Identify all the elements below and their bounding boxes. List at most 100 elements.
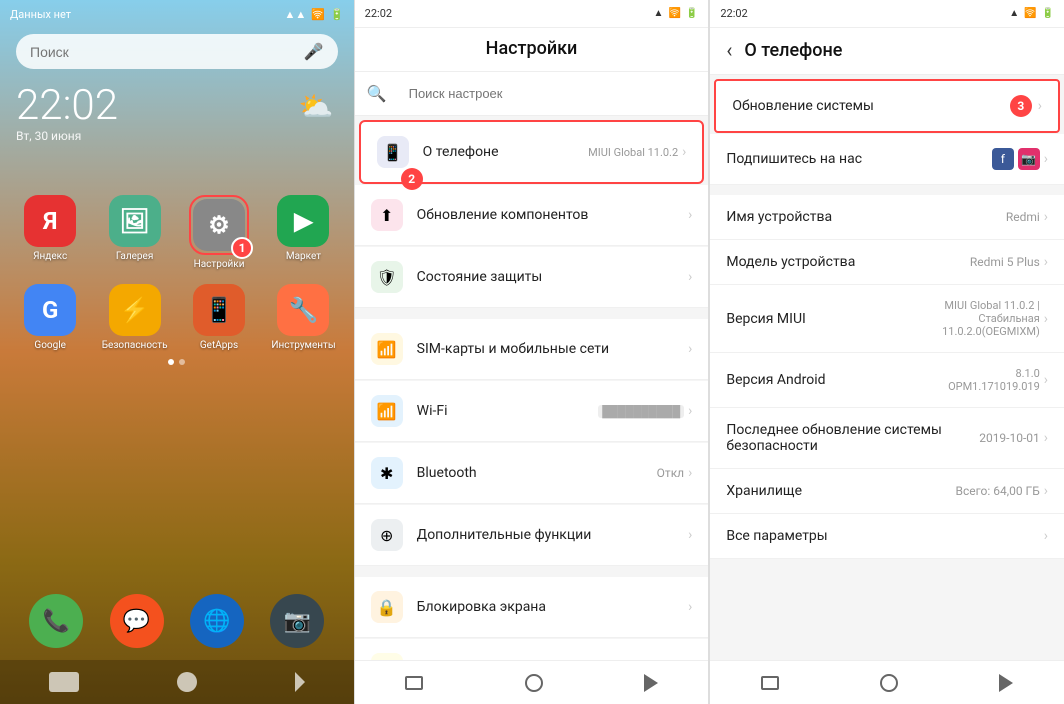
about-item-system-update[interactable]: Обновление системы 3 › (714, 79, 1060, 133)
about-item-android[interactable]: Версия Android 8.1.0OPM1.171019.019 › (710, 353, 1064, 408)
settings-item-protection[interactable]: 🛡 Состояние защиты › (355, 247, 709, 308)
step-badge-1: 1 (231, 237, 253, 259)
no-data-label: Данных нет (10, 8, 71, 21)
back-button[interactable]: ‹ (726, 38, 732, 62)
sim-chevron: › (688, 341, 692, 357)
settings-item-bluetooth[interactable]: ✱ Bluetooth Откл › (355, 443, 709, 504)
about-header: ‹ О телефоне (710, 28, 1064, 75)
lock-text: Блокировка экрана (417, 599, 674, 615)
about-signal-icon: ▲ (1009, 8, 1019, 19)
dock-messages[interactable]: 💬 (110, 594, 164, 648)
gallery-label: Галерея (116, 251, 153, 262)
yandex-icon: Я (24, 195, 76, 247)
display-icon: ☀ (371, 653, 403, 660)
instagram-icon: 📷 (1018, 148, 1040, 170)
about-item-device-model[interactable]: Модель устройства Redmi 5 Plus › (710, 240, 1064, 285)
settings-screen: 22:02 ▲ 🛜 🔋 Настройки 🔍 📱 О телефоне MIU… (354, 0, 710, 704)
bottom-dock: 📞 💬 🌐 📷 (0, 586, 354, 656)
extra-icon: ⊕ (371, 519, 403, 551)
nav-back-home[interactable] (49, 672, 79, 692)
nav-back-settings[interactable] (405, 676, 423, 690)
search-input[interactable] (30, 44, 296, 60)
components-chevron: › (688, 207, 692, 223)
nav-home-settings[interactable] (525, 674, 543, 692)
all-params-label: Все параметры (726, 528, 1043, 544)
search-bar[interactable]: 🎤 (16, 34, 338, 69)
app-gallery[interactable]: 🖼 Галерея (100, 195, 168, 270)
search-icon: 🔍 (367, 84, 387, 103)
wifi-settings-icon: 📶 (371, 395, 403, 427)
device-name-label: Имя устройства (726, 209, 1005, 225)
mic-icon[interactable]: 🎤 (304, 42, 324, 61)
nav-back-about[interactable] (761, 676, 779, 690)
getapps-label: GetApps (200, 340, 238, 351)
wifi-icon: 🛜 (311, 8, 325, 21)
about-title: О телефоне (744, 40, 842, 61)
android-label: Версия Android (726, 372, 948, 388)
storage-right: Всего: 64,00 ГБ › (955, 483, 1048, 499)
app-yandex[interactable]: Я Яндекс (16, 195, 84, 270)
system-update-chevron: › (1038, 98, 1042, 114)
settings-item-sim[interactable]: 📶 SIM-карты и мобильные сети › (355, 319, 709, 380)
about-item-last-update[interactable]: Последнее обновление системы безопасност… (710, 408, 1064, 469)
last-update-chevron: › (1044, 430, 1048, 446)
protection-title: Состояние защиты (417, 269, 674, 285)
components-text: Обновление компонентов (417, 207, 674, 223)
dock-phone[interactable]: 📞 (29, 594, 83, 648)
last-update-value: 2019-10-01 (979, 431, 1040, 445)
battery-icon: 🔋 (330, 8, 344, 21)
sim-title: SIM-карты и мобильные сети (417, 341, 674, 357)
nav-recent-settings[interactable] (644, 674, 658, 692)
app-settings[interactable]: ⚙ 1 Настройки (185, 195, 253, 270)
miui-label: Версия MIUI (726, 311, 942, 327)
nav-home-home[interactable] (177, 672, 197, 692)
settings-item-display[interactable]: ☀ Экран › (355, 639, 709, 660)
security-icon: ⚡ (109, 284, 161, 336)
dock-browser[interactable]: 🌐 (190, 594, 244, 648)
settings-wifi-icon: 🛜 (668, 8, 680, 19)
android-value: 8.1.0OPM1.171019.019 (948, 367, 1040, 393)
subscribe-chevron: › (1044, 151, 1048, 167)
about-item-all-params[interactable]: Все параметры › (710, 514, 1064, 559)
settings-item-about[interactable]: 📱 О телефоне MIUI Global 11.0.2 › 2 (359, 120, 705, 184)
components-icon: ⬆ (371, 199, 403, 231)
settings-search-bar[interactable]: 🔍 (355, 72, 709, 116)
settings-title: Настройки (355, 28, 709, 72)
about-item-subscribe[interactable]: Подпишитесь на нас f 📷 › (710, 134, 1064, 185)
device-name-value: Redmi (1006, 210, 1040, 224)
settings-item-extra[interactable]: ⊕ Дополнительные функции › (355, 505, 709, 566)
about-item-miui[interactable]: Версия MIUI MIUI Global 11.0.2 |Стабильн… (710, 285, 1064, 353)
settings-search-input[interactable] (395, 80, 697, 107)
weather-icon: ⛅ (299, 90, 334, 123)
security-label: Безопасность (102, 340, 168, 351)
settings-item-wifi[interactable]: 📶 Wi-Fi ██████████ › (355, 381, 709, 442)
app-market[interactable]: ▶ Маркет (269, 195, 337, 270)
step-badge-3: 3 (1010, 95, 1032, 117)
extra-text: Дополнительные функции (417, 527, 674, 543)
wifi-value: ██████████ (598, 405, 684, 418)
about-phone-version: MIUI Global 11.0.2 (588, 146, 678, 159)
settings-list: 📱 О телефоне MIUI Global 11.0.2 › 2 ⬆ Об… (355, 116, 709, 660)
settings-item-lock[interactable]: 🔒 Блокировка экрана › (355, 577, 709, 638)
bluetooth-right: Откл › (657, 465, 693, 481)
device-name-right: Redmi › (1006, 209, 1048, 225)
nav-recent-about[interactable] (999, 674, 1013, 692)
dot-1 (168, 359, 174, 365)
storage-label: Хранилище (726, 483, 955, 499)
all-params-chevron: › (1044, 528, 1048, 544)
tools-label: Инструменты (271, 340, 335, 351)
settings-label: Настройки (194, 259, 245, 270)
nav-home-about[interactable] (880, 674, 898, 692)
wifi-right: ██████████ › (598, 403, 692, 419)
nav-recent-home[interactable] (295, 672, 305, 692)
app-google[interactable]: G Google (16, 284, 84, 351)
app-security[interactable]: ⚡ Безопасность (100, 284, 168, 351)
app-getapps[interactable]: 📱 GetApps (185, 284, 253, 351)
bluetooth-chevron: › (688, 465, 692, 481)
bluetooth-status: Откл (657, 466, 684, 480)
dock-camera[interactable]: 📷 (270, 594, 324, 648)
about-item-device-name[interactable]: Имя устройства Redmi › (710, 195, 1064, 240)
settings-item-components[interactable]: ⬆ Обновление компонентов › (355, 185, 709, 246)
about-item-storage[interactable]: Хранилище Всего: 64,00 ГБ › (710, 469, 1064, 514)
app-tools[interactable]: 🔧 Инструменты (269, 284, 337, 351)
